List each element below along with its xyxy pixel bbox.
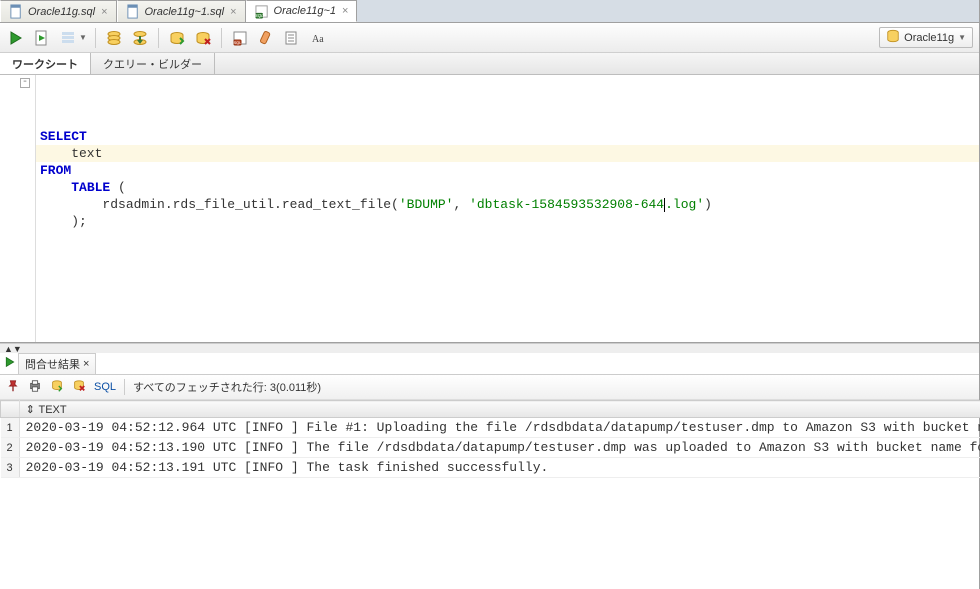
fold-toggle[interactable]: - [20,78,30,88]
run-button[interactable] [6,28,26,48]
result-tabs: 問合せ結果 × [0,353,979,375]
sql-editor-area: - SELECT text FROM TABLE ( rdsadmin.rds_… [0,75,979,343]
worksheet-subtabs: ワークシート クエリー・ビルダー [0,53,979,75]
editor-gutter: - [0,75,36,342]
history-button[interactable] [282,28,302,48]
database-icon [886,29,900,46]
row-number: 1 [1,418,20,438]
table-row[interactable]: 1 2020-03-19 04:52:12.964 UTC [INFO ] Fi… [1,418,980,438]
sql-file-icon [9,4,24,19]
connection-name: Oracle11g [904,32,954,44]
tab-query-builder[interactable]: クエリー・ビルダー [91,53,215,74]
print-button[interactable] [28,379,42,396]
table-row[interactable]: 2 2020-03-19 04:52:13.190 UTC [INFO ] Th… [1,438,980,458]
sql-file-icon [126,4,141,19]
file-tab-label: Oracle11g~1 [274,5,336,17]
dropdown-arrow-icon[interactable]: ▼ [79,33,87,42]
table-row[interactable]: 3 2020-03-19 04:52:13.191 UTC [INFO ] Th… [1,458,980,478]
sql-link[interactable]: SQL [94,381,116,393]
cell-text: 2020-03-19 04:52:13.191 UTC [INFO ] The … [19,458,980,478]
unshared-worksheet-button[interactable]: SQL [230,28,250,48]
file-tab-1[interactable]: Oracle11g~1.sql × [117,0,246,22]
file-tab-0[interactable]: Oracle11g.sql × [0,0,117,22]
delete-button[interactable] [72,379,86,396]
autotrace-button[interactable] [104,28,124,48]
svg-text:SQL: SQL [255,13,264,18]
splitter-icon: ▲▼ [4,344,22,354]
tab-worksheet[interactable]: ワークシート [0,53,91,74]
result-toolbar: SQL すべてのフェッチされた行: 3(0.011秒) [0,375,979,400]
main-toolbar: ▼ SQL Aa Oracle11g ▼ [0,23,979,53]
clear-button[interactable] [256,28,276,48]
svg-text:Aa: Aa [312,34,324,45]
run-result-icon [4,356,16,371]
row-header-corner [1,401,20,418]
result-grid: ⇕ TEXT 1 2020-03-19 04:52:12.964 UTC [IN… [0,400,980,478]
svg-text:SQL: SQL [233,40,242,45]
connection-selector[interactable]: Oracle11g ▼ [879,27,973,48]
close-icon[interactable]: × [101,6,107,18]
rollback-button[interactable] [167,28,187,48]
sort-icon: ⇕ [26,403,36,416]
run-script-button[interactable] [32,28,52,48]
split-handle[interactable]: ▲▼ [0,343,979,353]
row-number: 3 [1,458,20,478]
file-tabs: Oracle11g.sql × Oracle11g~1.sql × SQL Or… [0,0,979,23]
cancel-button[interactable] [193,28,213,48]
sql-worksheet-icon: SQL [255,4,270,19]
row-number: 2 [1,438,20,458]
commit-button[interactable] [130,28,150,48]
cell-text: 2020-03-19 04:52:12.964 UTC [INFO ] File… [19,418,980,438]
explain-plan-button[interactable] [58,28,78,48]
result-tab-0[interactable]: 問合せ結果 × [18,353,96,374]
export-button[interactable] [50,379,64,396]
column-header-text[interactable]: ⇕ TEXT [19,401,980,418]
pin-button[interactable] [6,379,20,396]
close-icon[interactable]: × [342,5,348,17]
result-tab-label: 問合せ結果 [25,356,80,372]
sql-editor[interactable]: SELECT text FROM TABLE ( rdsadmin.rds_fi… [36,75,979,342]
fetch-status: すべてのフェッチされた行: 3(0.011秒) [133,379,321,395]
cell-text: 2020-03-19 04:52:13.190 UTC [INFO ] The … [19,438,980,458]
file-tab-label: Oracle11g~1.sql [145,6,225,18]
file-tab-2[interactable]: SQL Oracle11g~1 × [246,0,358,22]
chevron-down-icon: ▼ [958,33,966,42]
file-tab-label: Oracle11g.sql [28,6,95,18]
close-icon[interactable]: × [83,358,89,370]
case-toggle-button[interactable]: Aa [308,28,328,48]
close-icon[interactable]: × [230,6,236,18]
